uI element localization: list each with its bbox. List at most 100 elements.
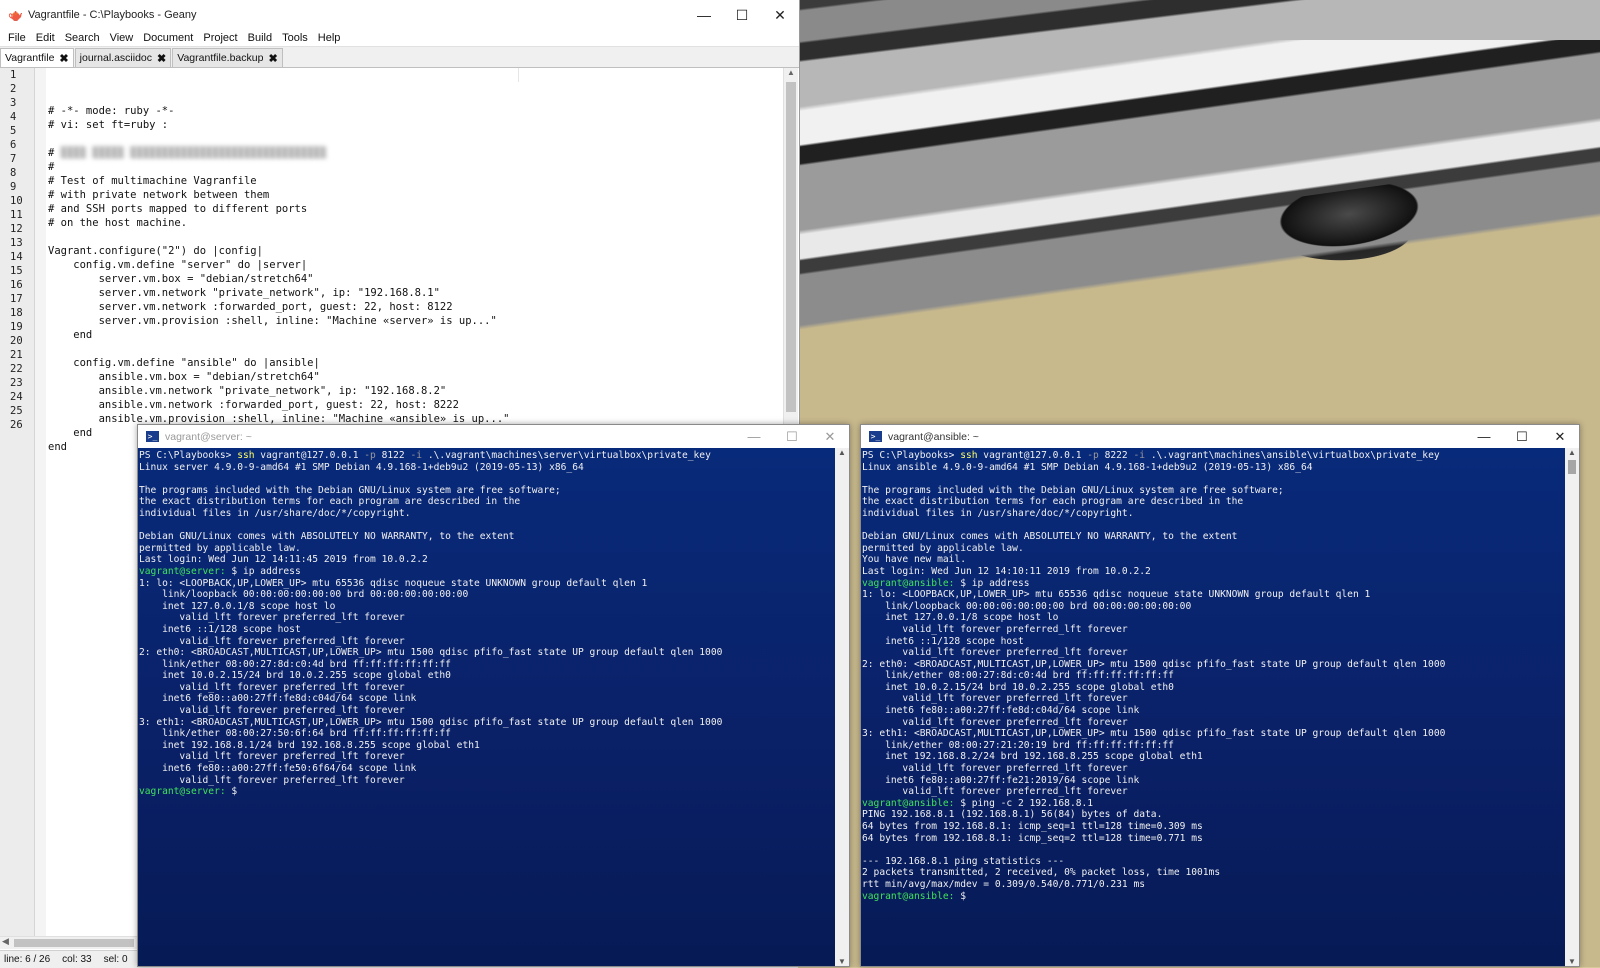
- command-token: .\.vagrant\machines\ansible\virtualbox\p…: [1145, 450, 1440, 461]
- code-line: config.vm.define "ansible" do |ansible|: [48, 357, 320, 369]
- terminal-line: valid_lft forever preferred_lft forever: [139, 705, 405, 717]
- terminal-line: vagrant@ansible: $ ip address: [862, 577, 1030, 589]
- geany-icon: 🫖: [8, 8, 23, 22]
- menu-view[interactable]: View: [110, 32, 134, 44]
- terminal-line: link/ether 08:00:27:21:20:19 brd ff:ff:f…: [862, 739, 1174, 751]
- terminal-line: vagrant@ansible: $ ping -c 2 192.168.8.1: [862, 797, 1094, 809]
- line-number-gutter: 1 2 3 4 5 6 7 8 9 10 11 12 13 14 15 16 17 18 19 20 21 22 23 24 2…: [0, 68, 35, 936]
- maximize-icon[interactable]: ☐: [1503, 429, 1541, 445]
- minimize-icon[interactable]: —: [1465, 429, 1503, 444]
- tab-vagrantfile[interactable]: Vagrantfile ✖: [0, 48, 74, 67]
- terminal-line: Linux ansible 4.9.0-9-amd64 #1 SMP Debia…: [862, 461, 1313, 473]
- scrollbar-thumb[interactable]: [1568, 460, 1576, 474]
- line-number: 9: [10, 181, 17, 193]
- terminal-server-window: >_ vagrant@server: ~ — ☐ ✕ PS C:\Playboo…: [137, 424, 850, 967]
- line-number: 4: [10, 111, 17, 123]
- menu-help[interactable]: Help: [318, 32, 341, 44]
- long-line-marker: [518, 68, 521, 82]
- terminal-line: vagrant@ansible: $: [862, 890, 966, 902]
- terminal-output[interactable]: PS C:\Playbooks> ssh vagrant@127.0.0.1 -…: [138, 448, 835, 966]
- scroll-up-icon[interactable]: ▲: [784, 68, 798, 77]
- terminal-line: 2: eth0: <BROADCAST,MULTICAST,UP,LOWER_U…: [139, 647, 723, 659]
- line-number: 6: [10, 139, 17, 151]
- terminal-line: valid_lft forever preferred_lft forever: [139, 612, 405, 624]
- wallpaper-typewriter-rail: [800, 40, 1600, 400]
- tab-close-icon[interactable]: ✖: [268, 52, 277, 65]
- command-token: 8122: [375, 450, 405, 461]
- command-token: .\.vagrant\machines\server\virtualbox\pr…: [422, 450, 711, 461]
- code-line: ansible.vm.box = "debian/stretch64": [48, 371, 320, 383]
- close-icon[interactable]: ✕: [761, 0, 799, 30]
- terminal-line: inet6 ::1/128 scope host: [862, 635, 1024, 647]
- terminal-line: inet6 fe80::a00:27ff:fe8d:c04d/64 scope …: [862, 705, 1140, 717]
- scroll-up-icon[interactable]: ▲: [1565, 448, 1579, 457]
- command-token: vagrant@127.0.0.1: [977, 450, 1082, 461]
- menubar: File Edit Search View Document Project B…: [0, 30, 799, 47]
- scroll-down-icon[interactable]: ▼: [835, 957, 849, 966]
- menu-file[interactable]: File: [8, 32, 26, 44]
- line-number: 16: [10, 279, 23, 291]
- fold-margin[interactable]: [35, 68, 46, 936]
- terminal-output[interactable]: PS C:\Playbooks> ssh vagrant@127.0.0.1 -…: [861, 448, 1565, 966]
- minimize-icon[interactable]: —: [735, 429, 773, 444]
- tab-vagrantfile-backup[interactable]: Vagrantfile.backup ✖: [172, 48, 283, 67]
- code-line: server.vm.provision :shell, inline: "Mac…: [48, 315, 497, 327]
- line-number: 25: [10, 405, 23, 417]
- terminal-line: vagrant@server: $ ip address: [139, 565, 301, 577]
- scroll-up-icon[interactable]: ▲: [835, 448, 849, 457]
- menu-search[interactable]: Search: [65, 32, 100, 44]
- terminal-scrollbar[interactable]: ▲ ▼: [1565, 448, 1579, 966]
- terminal-titlebar[interactable]: >_ vagrant@ansible: ~ — ☐ ✕: [861, 425, 1579, 448]
- terminal-line: inet6 fe80::a00:27ff:fe50:6f64/64 scope …: [139, 763, 417, 775]
- line-number: 11: [10, 209, 23, 221]
- terminal-line: link/loopback 00:00:00:00:00:00 brd 00:0…: [862, 600, 1192, 612]
- maximize-icon[interactable]: ☐: [773, 429, 811, 445]
- tab-journal[interactable]: journal.asciidoc ✖: [74, 48, 172, 67]
- command-token: -p: [1081, 450, 1099, 461]
- scroll-left-icon[interactable]: ◀: [2, 936, 9, 947]
- line-number: 17: [10, 293, 23, 305]
- tab-close-icon[interactable]: ✖: [157, 52, 166, 65]
- terminal-line: --- 192.168.8.1 ping statistics ---: [862, 855, 1065, 867]
- terminal-line: 2: eth0: <BROADCAST,MULTICAST,UP,LOWER_U…: [862, 658, 1446, 670]
- terminal-line: inet 192.168.8.2/24 brd 192.168.8.255 sc…: [862, 751, 1203, 763]
- menu-document[interactable]: Document: [143, 32, 193, 44]
- line-number: 21: [10, 349, 23, 361]
- menu-build[interactable]: Build: [248, 32, 272, 44]
- scroll-down-icon[interactable]: ▼: [1565, 957, 1579, 966]
- menu-tools[interactable]: Tools: [282, 32, 308, 44]
- scrollbar-thumb[interactable]: [786, 82, 796, 412]
- terminal-line: valid_lft forever preferred_lft forever: [139, 774, 405, 786]
- close-icon[interactable]: ✕: [1541, 429, 1579, 445]
- minimize-icon[interactable]: —: [685, 0, 723, 30]
- terminal-line: valid_lft forever preferred_lft forever: [862, 623, 1128, 635]
- terminal-title: vagrant@ansible: ~: [888, 430, 979, 443]
- geany-titlebar[interactable]: 🫖 Vagrantfile - C:\Playbooks - Geany — ☐…: [0, 0, 799, 30]
- menu-project[interactable]: Project: [203, 32, 237, 44]
- terminal-line: inet 10.0.2.15/24 brd 10.0.2.255 scope g…: [139, 670, 451, 682]
- tab-close-icon[interactable]: ✖: [59, 52, 68, 65]
- close-icon[interactable]: ✕: [811, 429, 849, 445]
- line-number: 13: [10, 237, 23, 249]
- terminal-line: valid_lft forever preferred_lft forever: [139, 635, 405, 647]
- terminal-scrollbar[interactable]: ▲ ▼: [835, 448, 849, 966]
- command-token: ssh: [960, 450, 978, 461]
- line-number: 14: [10, 251, 23, 263]
- terminal-line: You have new mail.: [862, 554, 966, 566]
- terminal-line: inet 127.0.0.1/8 scope host lo: [139, 600, 336, 612]
- terminal-line: The programs included with the Debian GN…: [862, 484, 1284, 496]
- line-number: 18: [10, 307, 23, 319]
- terminal-titlebar[interactable]: >_ vagrant@server: ~ — ☐ ✕: [138, 425, 849, 448]
- maximize-icon[interactable]: ☐: [723, 0, 761, 30]
- terminal-line: inet 10.0.2.15/24 brd 10.0.2.255 scope g…: [862, 681, 1174, 693]
- powershell-icon: >_: [869, 431, 882, 442]
- line-number: 1: [10, 69, 17, 81]
- line-number: 24: [10, 391, 23, 403]
- command-token: vagrant@127.0.0.1: [254, 450, 359, 461]
- scrollbar-thumb[interactable]: [14, 939, 134, 947]
- menu-edit[interactable]: Edit: [36, 32, 55, 44]
- redacted-text: ▒▒▒▒ ▒▒▒▒▒ ▒▒▒▒▒▒▒▒▒▒▒▒▒▒▒▒▒▒▒▒▒▒▒▒▒▒▒▒▒…: [54, 147, 327, 159]
